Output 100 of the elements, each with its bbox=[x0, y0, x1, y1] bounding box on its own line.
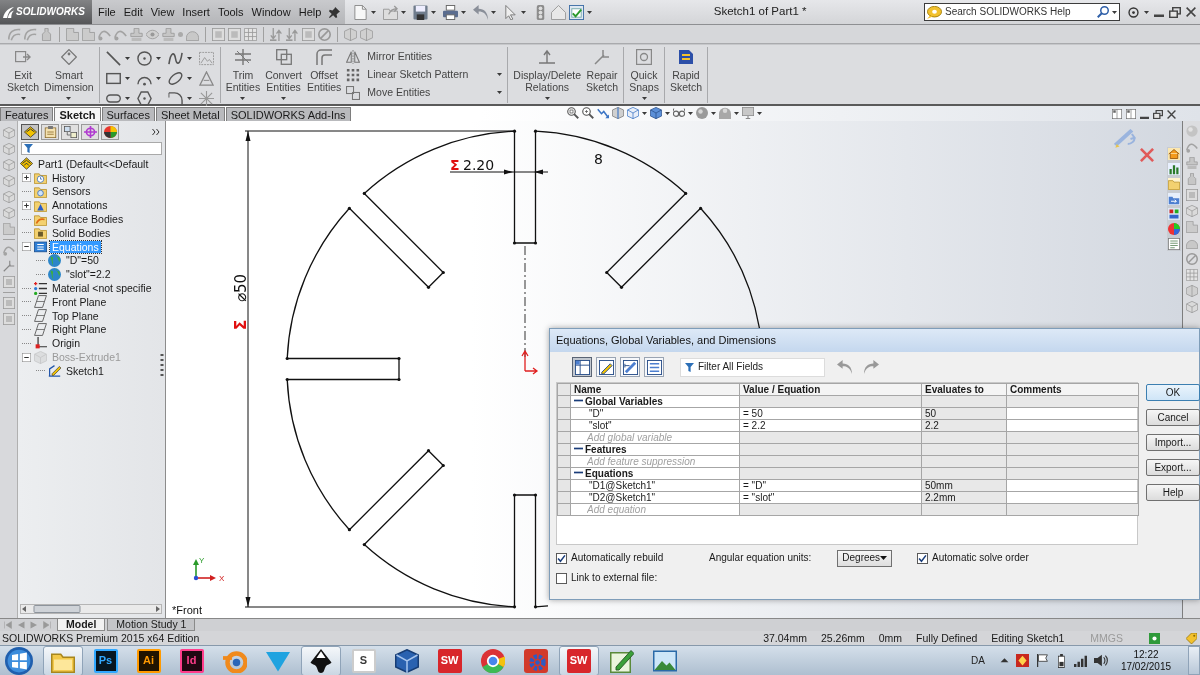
caret-icon[interactable] bbox=[240, 97, 246, 100]
value-cell[interactable]: = 2.2 bbox=[739, 419, 922, 432]
taskbar-app-button[interactable]: Ps bbox=[93, 648, 118, 673]
tree-item-label[interactable]: Material <not specifie bbox=[50, 282, 154, 295]
caret-icon[interactable] bbox=[521, 10, 527, 14]
dialog-button[interactable]: OK bbox=[1146, 384, 1200, 401]
caret-icon[interactable] bbox=[757, 111, 762, 115]
caret-icon[interactable] bbox=[186, 56, 192, 60]
view-mode-button[interactable] bbox=[596, 357, 616, 377]
bottom-tab[interactable]: Model bbox=[57, 619, 106, 631]
up-arrow-icon[interactable] bbox=[1000, 657, 1009, 664]
dialog-button[interactable]: Export... bbox=[1146, 459, 1200, 476]
tree-item-label[interactable]: Annotations bbox=[50, 199, 110, 212]
tree-item-label[interactable]: Origin bbox=[50, 337, 82, 350]
tree-item-label[interactable]: Solid Bodies bbox=[50, 226, 113, 239]
tree-item-label[interactable]: History bbox=[50, 171, 87, 184]
gear-tile-icon[interactable] bbox=[523, 648, 548, 673]
linear-pattern-button[interactable]: Linear Sketch Pattern bbox=[344, 66, 505, 83]
caret-icon[interactable] bbox=[461, 10, 467, 14]
repair-sketch-button[interactable]: Repair Sketch bbox=[584, 47, 621, 102]
add-row-input[interactable]: Add global variable bbox=[587, 432, 736, 443]
variable-name[interactable]: "D1@Sketch1" bbox=[570, 479, 740, 492]
panel-tab[interactable] bbox=[101, 124, 119, 140]
trim-entities-button[interactable]: Trim Entities bbox=[223, 47, 263, 102]
dot-icon[interactable] bbox=[178, 31, 183, 37]
units-dropdown[interactable]: Degrees bbox=[837, 549, 893, 567]
caret-icon[interactable] bbox=[401, 10, 407, 14]
signal-bars-icon[interactable] bbox=[1074, 654, 1087, 667]
taskbar-app-button[interactable]: Ai bbox=[136, 648, 161, 673]
convert-entities-button[interactable]: Convert Entities bbox=[263, 47, 304, 102]
bottom-tab[interactable]: Motion Study 1 bbox=[107, 619, 196, 631]
search-input[interactable]: Search SOLIDWORKS Help bbox=[945, 6, 1094, 18]
smart-dimension-button[interactable]: Smart Dimension bbox=[42, 47, 96, 102]
plus-box-icon[interactable] bbox=[22, 200, 31, 210]
tree-item-label[interactable]: "slot"=2.2 bbox=[64, 268, 113, 281]
caret-icon[interactable] bbox=[371, 10, 377, 14]
spline-icon[interactable] bbox=[167, 50, 183, 66]
caret-icon[interactable] bbox=[20, 97, 26, 100]
filter-box[interactable]: Filter All Fields bbox=[680, 357, 825, 377]
pin-icon[interactable] bbox=[329, 6, 341, 18]
slot-width-dimension-line[interactable] bbox=[449, 169, 549, 175]
menu-item[interactable]: Edit bbox=[119, 5, 147, 19]
tree-item-label[interactable]: "D"=50 bbox=[64, 254, 101, 267]
offset-entities-button[interactable]: Offset Entities bbox=[304, 47, 344, 102]
caret-icon[interactable] bbox=[734, 111, 739, 115]
quick-snaps-button[interactable]: Quick Snaps bbox=[627, 47, 661, 102]
caret-icon[interactable] bbox=[186, 76, 192, 80]
tree-item-label[interactable]: Sensors bbox=[50, 185, 93, 198]
add-row-input[interactable]: Add equation bbox=[587, 504, 736, 515]
tree-root-label[interactable]: Part1 (Default<<Default bbox=[36, 157, 151, 170]
view-mode-button[interactable] bbox=[620, 357, 640, 377]
star-lines-icon[interactable] bbox=[198, 90, 214, 106]
caret-icon[interactable] bbox=[66, 97, 72, 100]
dialog-button[interactable]: Import... bbox=[1146, 434, 1200, 451]
restore-icon[interactable] bbox=[1153, 109, 1163, 119]
caret-icon[interactable] bbox=[587, 10, 593, 14]
display-relations-button[interactable]: Display/Delete Relations bbox=[511, 47, 584, 102]
taskbar-app-button[interactable]: SW bbox=[437, 648, 462, 673]
caret-icon[interactable] bbox=[642, 111, 647, 115]
menu-item[interactable]: Help bbox=[294, 5, 326, 19]
caret-icon[interactable] bbox=[491, 10, 497, 14]
minus-box-icon[interactable] bbox=[22, 242, 31, 252]
ellipse-icon[interactable] bbox=[167, 70, 183, 86]
search-icon[interactable] bbox=[1097, 6, 1109, 18]
comment-cell[interactable] bbox=[1006, 419, 1139, 432]
filter-input[interactable]: Filter All Fields bbox=[698, 361, 824, 373]
line-icon[interactable] bbox=[105, 50, 121, 66]
battery-icon[interactable] bbox=[1056, 653, 1067, 668]
comment-cell[interactable] bbox=[1006, 407, 1139, 420]
column-header[interactable]: Name bbox=[570, 383, 740, 396]
print-icon[interactable] bbox=[443, 4, 459, 20]
home-icon[interactable] bbox=[1168, 148, 1180, 160]
taskbar-app-button[interactable] bbox=[300, 645, 341, 675]
command-tab[interactable]: SOLIDWORKS Add-Ins bbox=[225, 107, 351, 121]
checkbox[interactable] bbox=[556, 572, 567, 584]
diameter-dimension-line[interactable] bbox=[244, 130, 514, 608]
tree-item-label[interactable]: Surface Bodies bbox=[50, 213, 126, 226]
caret-icon[interactable] bbox=[665, 111, 670, 115]
split-view-icon[interactable] bbox=[1126, 109, 1136, 119]
move-entities-button[interactable]: Move Entities bbox=[344, 84, 505, 101]
panel-tab[interactable] bbox=[61, 124, 79, 140]
checkbox-label[interactable]: Link to external file: bbox=[571, 572, 658, 584]
lined-sheet-icon[interactable] bbox=[1168, 238, 1180, 250]
shaded-cube-icon[interactable] bbox=[650, 107, 662, 119]
exit-sketch-button[interactable]: Exit Sketch bbox=[5, 47, 42, 102]
flag-icon[interactable] bbox=[1036, 654, 1049, 667]
dialog-button[interactable]: Help bbox=[1146, 484, 1200, 501]
value-cell[interactable]: = 50 bbox=[739, 407, 922, 420]
dimension-value[interactable]: 2.20 bbox=[463, 157, 495, 173]
triangle-icon[interactable] bbox=[198, 70, 214, 86]
start-button-icon[interactable] bbox=[5, 646, 33, 675]
view-mode-button[interactable] bbox=[572, 357, 592, 377]
dialog-button[interactable]: Cancel bbox=[1146, 409, 1200, 426]
command-tab[interactable]: Sheet Metal bbox=[155, 107, 225, 121]
folder-arrow-icon[interactable] bbox=[1168, 193, 1180, 205]
diamond-tile-icon[interactable] bbox=[1016, 654, 1029, 667]
pencil-paper-icon[interactable] bbox=[609, 648, 634, 673]
variable-name[interactable]: "D2@Sketch1" bbox=[570, 491, 740, 504]
clock-time[interactable]: 12:22 bbox=[1133, 648, 1159, 661]
circle-dot-icon[interactable] bbox=[1128, 6, 1139, 18]
